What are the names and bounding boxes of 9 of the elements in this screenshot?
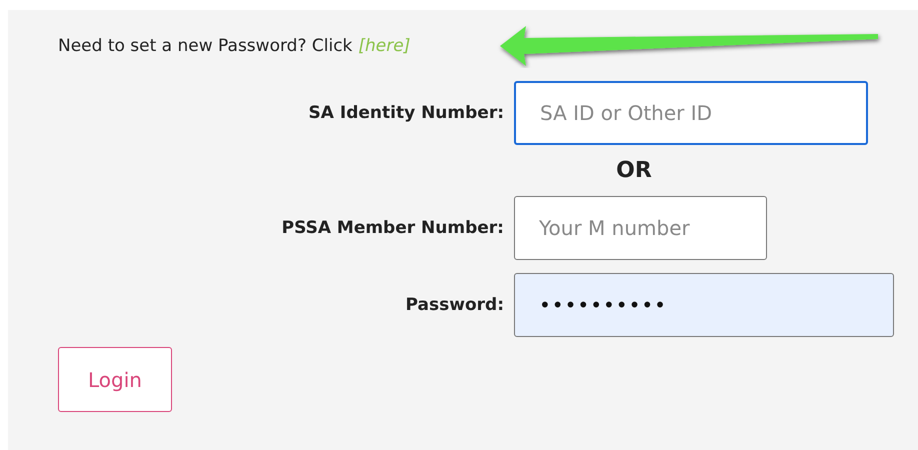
notice-text: Need to set a new Password? Click [58,36,352,56]
field-label: PSSA Member Number: [280,218,504,238]
input-field[interactable]: SA ID or Other ID [514,81,868,145]
login-button[interactable]: Login [58,347,172,412]
field-label: Password: [404,295,504,315]
input-field[interactable]: •••••••••• [514,273,894,337]
field-label: SA Identity Number: [308,103,504,123]
input-field[interactable]: Your M number [514,196,767,260]
or-separator: OR [615,158,653,183]
